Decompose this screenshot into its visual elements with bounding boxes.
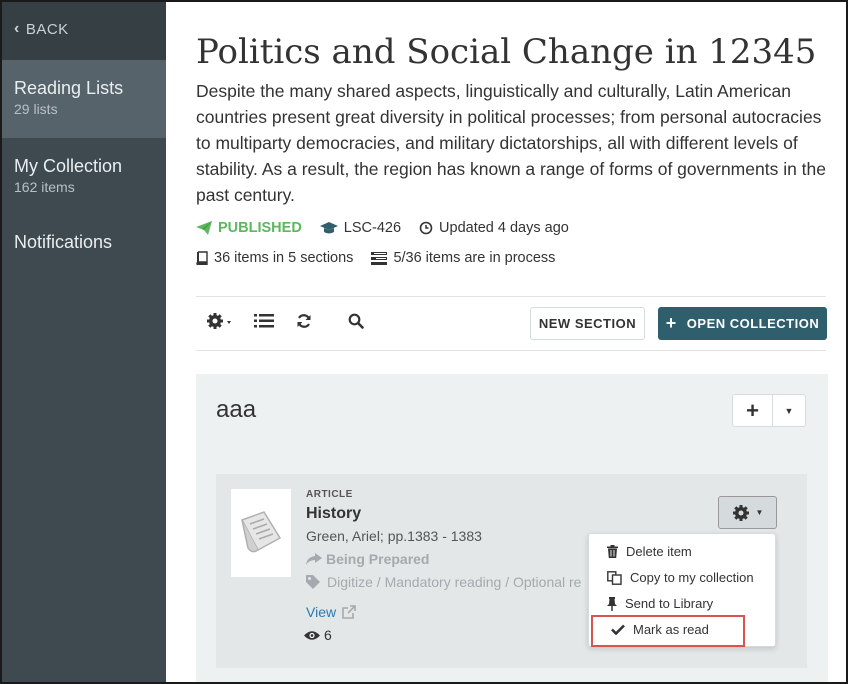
plus-icon: +	[746, 397, 759, 423]
meta-row-1: PUBLISHED LSC-426 Updated 4 days ago	[196, 220, 587, 236]
item-type: ARTICLE	[306, 489, 353, 500]
section-title: aaa	[216, 396, 257, 423]
list-view-button[interactable]	[254, 313, 274, 329]
item-author: Green, Ariel; pp.1383 - 1383	[306, 528, 482, 544]
sidebar-item-my-collection[interactable]: My Collection 162 items	[2, 138, 166, 216]
view-count: 6	[304, 627, 332, 643]
search-icon	[348, 313, 364, 329]
caret-down-icon: ▼	[784, 405, 794, 416]
sidebar-item-label: Notifications	[14, 232, 113, 252]
open-collection-label: OPEN COLLECTION	[686, 316, 820, 331]
eye-icon	[304, 630, 320, 640]
paper-plane-icon	[196, 221, 212, 235]
process-count: 5/36 items are in process	[393, 250, 556, 266]
divider	[196, 350, 826, 351]
sidebar-item-label: My Collection	[14, 156, 123, 176]
add-item-button[interactable]: +	[733, 395, 773, 426]
tasks-icon	[371, 251, 388, 265]
menu-item-send[interactable]: Send to Library	[607, 596, 713, 611]
chevron-left-icon: ‹	[14, 20, 20, 37]
share-icon	[306, 553, 322, 565]
pin-icon	[607, 596, 617, 611]
main-content: Politics and Social Change in 12345 Desp…	[166, 2, 846, 682]
tag-icon	[306, 575, 320, 589]
updated-time: Updated 4 days ago	[439, 220, 569, 236]
item-thumbnail	[231, 489, 291, 577]
view-link[interactable]: View	[306, 604, 356, 620]
plus-icon: +	[665, 313, 677, 333]
toolbar	[206, 312, 364, 330]
refresh-button[interactable]	[296, 313, 312, 329]
back-label: BACK	[25, 20, 69, 38]
gear-icon	[207, 313, 231, 329]
new-section-button[interactable]: NEW SECTION	[530, 307, 645, 340]
book-icon	[196, 251, 208, 265]
list-icon	[254, 314, 274, 328]
section-actions: + ▼	[732, 394, 806, 427]
search-button[interactable]	[348, 313, 364, 329]
item-tags-label: Digitize / Mandatory reading / Optional …	[327, 574, 582, 590]
sidebar: ‹ BACK Reading Lists 29 lists My Collect…	[2, 2, 166, 682]
sidebar-item-notifications[interactable]: Notifications	[2, 216, 166, 272]
item-tags: Digitize / Mandatory reading / Optional …	[306, 574, 591, 590]
divider	[196, 296, 826, 297]
copy-icon	[607, 570, 622, 585]
item-title: History	[306, 505, 362, 522]
item-status: Being Prepared	[306, 551, 429, 567]
sidebar-item-reading-lists[interactable]: Reading Lists 29 lists	[2, 60, 166, 138]
status-badge: PUBLISHED	[218, 220, 302, 236]
page-title: Politics and Social Change in 12345	[196, 32, 817, 72]
items-count: 36 items in 5 sections	[214, 250, 354, 266]
section-menu-button[interactable]: ▼	[773, 395, 805, 426]
sidebar-item-count: 29 lists	[14, 101, 58, 117]
trash-icon	[607, 545, 618, 558]
app-frame: ‹ BACK Reading Lists 29 lists My Collect…	[0, 0, 848, 684]
open-collection-button[interactable]: + OPEN COLLECTION	[658, 307, 827, 340]
gear-icon	[732, 504, 749, 521]
document-icon	[240, 511, 282, 553]
refresh-icon	[297, 314, 311, 328]
menu-item-copy[interactable]: Copy to my collection	[607, 570, 754, 585]
menu-item-delete[interactable]: Delete item	[607, 544, 692, 559]
menu-item-label: Copy to my collection	[630, 570, 754, 585]
sidebar-item-label: Reading Lists	[14, 78, 124, 98]
view-count-value: 6	[324, 627, 332, 643]
sidebar-item-count: 162 items	[14, 179, 75, 195]
view-label: View	[306, 604, 337, 620]
external-link-icon	[342, 605, 356, 619]
settings-menu-button[interactable]	[206, 312, 232, 330]
menu-item-label: Delete item	[626, 544, 692, 559]
highlight-box	[591, 615, 745, 647]
graduation-cap-icon	[319, 222, 338, 234]
clock-icon	[419, 221, 433, 235]
item-status-label: Being Prepared	[326, 551, 430, 567]
list-description: Despite the many shared aspects, linguis…	[196, 81, 827, 205]
course-code: LSC-426	[343, 220, 402, 236]
caret-down-icon: ▼	[755, 508, 764, 517]
menu-item-label: Send to Library	[625, 596, 714, 611]
back-button[interactable]: ‹ BACK	[14, 20, 69, 38]
meta-row-2: 36 items in 5 sections 5/36 items are in…	[196, 250, 573, 266]
item-settings-button[interactable]: ▼	[718, 496, 777, 529]
